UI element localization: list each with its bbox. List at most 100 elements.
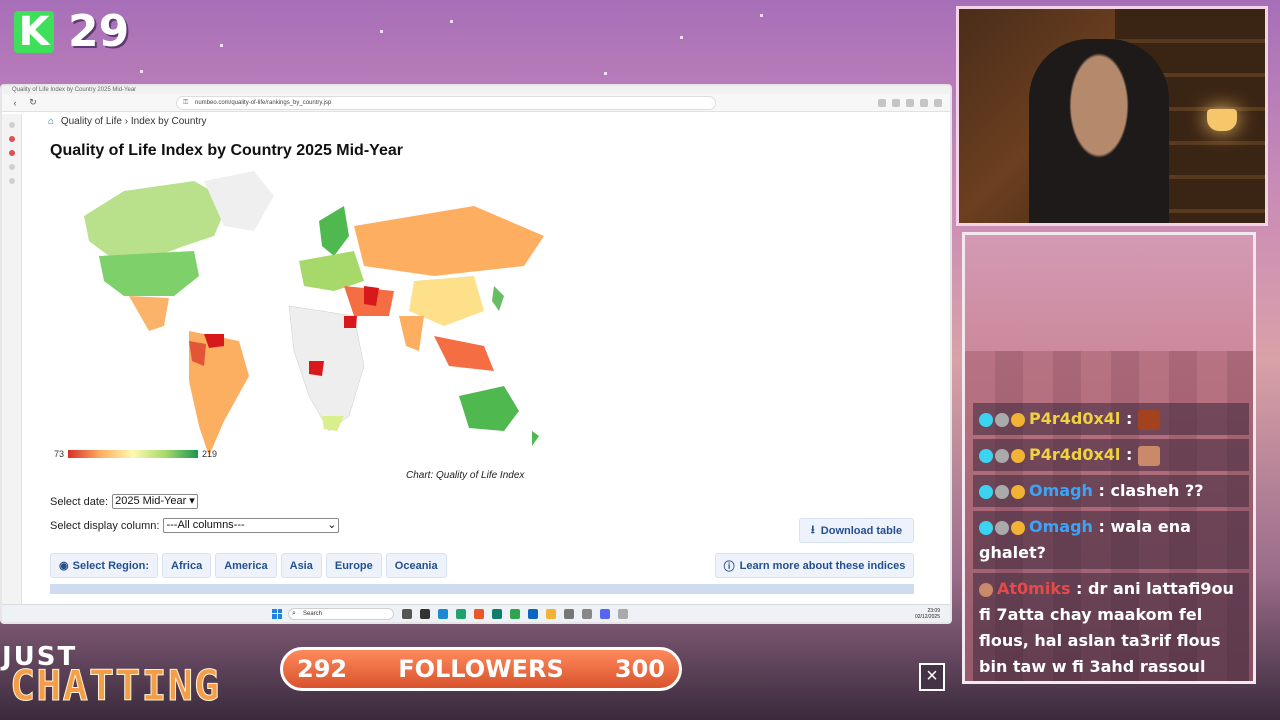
sidebar-icon[interactable] <box>8 122 15 128</box>
address-bar[interactable]: ⚿ numbeo.com/quality-of-life/rankings_by… <box>176 95 716 110</box>
chat-message: Omagh : wala ena ghalet? <box>973 511 1249 569</box>
menu-icon[interactable] <box>934 98 942 107</box>
region-selector: ◉ Select Region: Africa America Asia Eur… <box>50 553 447 578</box>
map-region-japan <box>492 286 504 311</box>
chevron-down-icon: ⌄ <box>327 519 337 531</box>
chat-message: Omagh : clasheh ?? <box>973 475 1249 507</box>
windows-taskbar: ⌕ Search 23:09 02/12/2025 <box>2 604 950 622</box>
app-icon[interactable] <box>564 608 574 619</box>
chart-caption: Chart: Quality of Life Index <box>406 470 525 481</box>
map-region-russia <box>354 206 544 276</box>
sidebar-icon[interactable] <box>8 164 15 170</box>
breadcrumb-separator: › <box>124 116 129 127</box>
user-badges <box>979 412 1025 427</box>
app-icon[interactable] <box>528 608 538 619</box>
region-label-text: Select Region: <box>72 559 150 572</box>
windows-start-icon[interactable] <box>272 608 282 619</box>
date-select-row: Select date: 2025 Mid-Year ▾ <box>50 494 198 509</box>
sidebar-icon[interactable] <box>8 150 15 156</box>
app-icon[interactable] <box>456 608 466 619</box>
edge-icon[interactable] <box>438 608 448 619</box>
webcam-feed <box>956 6 1268 226</box>
user-badges <box>979 484 1025 499</box>
taskbar-search[interactable]: ⌕ Search <box>288 607 394 620</box>
map-region-new-zealand <box>532 431 539 446</box>
extension-icon[interactable] <box>906 98 914 107</box>
chat-message: P4r4d0x4l : <box>973 439 1249 471</box>
map-region-nigeria <box>309 361 324 376</box>
column-select-value: ---All columns--- <box>166 519 245 531</box>
back-icon[interactable]: ‹ <box>10 98 20 108</box>
map-region-egypt <box>344 316 357 328</box>
download-table-button[interactable]: ⭳ Download table <box>799 518 914 543</box>
user-badges <box>979 582 993 597</box>
page-content: ⌂ Quality of Life › Index by Country Qua… <box>24 114 940 604</box>
column-select[interactable]: ---All columns--- ⌄ <box>163 518 340 533</box>
map-region-usa <box>99 251 199 296</box>
folder-icon[interactable] <box>546 608 556 619</box>
badge-number: 29 <box>68 6 130 57</box>
date-select-value: 2025 Mid-Year <box>115 495 187 507</box>
chat-username: Omagh <box>1029 517 1093 536</box>
map-region-mexico <box>129 296 169 331</box>
close-icon[interactable]: × <box>919 663 945 691</box>
date-select-label: Select date: <box>50 495 109 508</box>
app-icon[interactable] <box>510 608 520 619</box>
url-text: numbeo.com/quality-of-life/rankings_by_c… <box>195 99 332 106</box>
chat-username: Omagh <box>1029 481 1093 500</box>
search-icon: ⌕ <box>292 609 296 617</box>
app-icon[interactable] <box>492 608 502 619</box>
table-header <box>50 584 914 594</box>
region-africa-button[interactable]: Africa <box>162 553 212 578</box>
column-select-label: Select display column: <box>50 519 160 532</box>
legend-max: 219 <box>202 449 218 459</box>
learn-more-button[interactable]: ⓘ Learn more about these indices <box>715 553 914 578</box>
region-america-button[interactable]: America <box>215 553 277 578</box>
date-select[interactable]: 2025 Mid-Year ▾ <box>112 494 198 509</box>
browser-title: Quality of Life Index by Country 2025 Mi… <box>2 86 950 94</box>
map-legend: 73 219 <box>54 449 217 459</box>
user-badges <box>979 520 1025 535</box>
breadcrumb-item[interactable]: Quality of Life <box>61 116 122 127</box>
chat-message: P4r4d0x4l : <box>973 403 1249 435</box>
lock-icon: ⚿ <box>183 98 189 106</box>
followers-label: FOLLOWERS <box>398 655 564 683</box>
streamer-image <box>1029 39 1169 223</box>
lamp-image <box>1207 109 1237 131</box>
taskbar-clock[interactable]: 23:09 02/12/2025 <box>915 608 940 620</box>
learn-label: Learn more about these indices <box>739 559 906 572</box>
chat-username: P4r4d0x4l <box>1029 445 1121 464</box>
taskbar-search-text: Search <box>303 610 323 617</box>
discord-icon[interactable] <box>600 608 610 619</box>
region-asia-button[interactable]: Asia <box>280 553 322 578</box>
user-badges <box>979 448 1025 463</box>
followers-goal: 300 <box>614 655 665 683</box>
map-region-europe <box>299 251 364 291</box>
taskview-icon[interactable] <box>402 608 412 619</box>
browser-sidebar <box>2 114 22 604</box>
sidebar-icon[interactable] <box>8 136 15 142</box>
brave-icon[interactable] <box>474 608 484 619</box>
world-map[interactable] <box>54 166 544 466</box>
app-icon[interactable] <box>582 608 592 619</box>
reload-icon[interactable]: ↻ <box>28 97 38 108</box>
select-region-label: ◉ Select Region: <box>50 553 159 578</box>
chat-username: P4r4d0x4l <box>1029 409 1121 428</box>
browser-toolbar: ‹ ↻ ⚿ numbeo.com/quality-of-life/ranking… <box>2 94 950 112</box>
app-icon[interactable] <box>618 608 628 619</box>
terminal-icon[interactable] <box>420 608 430 619</box>
chat-username: At0miks <box>997 579 1071 598</box>
region-oceania-button[interactable]: Oceania <box>385 553 447 578</box>
legend-gradient <box>68 450 199 458</box>
home-icon[interactable]: ⌂ <box>48 116 54 127</box>
region-europe-button[interactable]: Europe <box>325 553 382 578</box>
breadcrumb-item[interactable]: Index by Country <box>131 116 207 127</box>
extension-icon[interactable] <box>878 98 886 107</box>
extension-icon[interactable] <box>892 98 900 107</box>
sidebar-icon[interactable] <box>8 178 15 184</box>
extension-icon[interactable] <box>920 98 928 107</box>
download-label: Download table <box>820 524 903 537</box>
chat-text: : <box>1120 409 1133 428</box>
badge-letter: K <box>14 11 54 53</box>
map-region-south-africa <box>322 416 344 431</box>
